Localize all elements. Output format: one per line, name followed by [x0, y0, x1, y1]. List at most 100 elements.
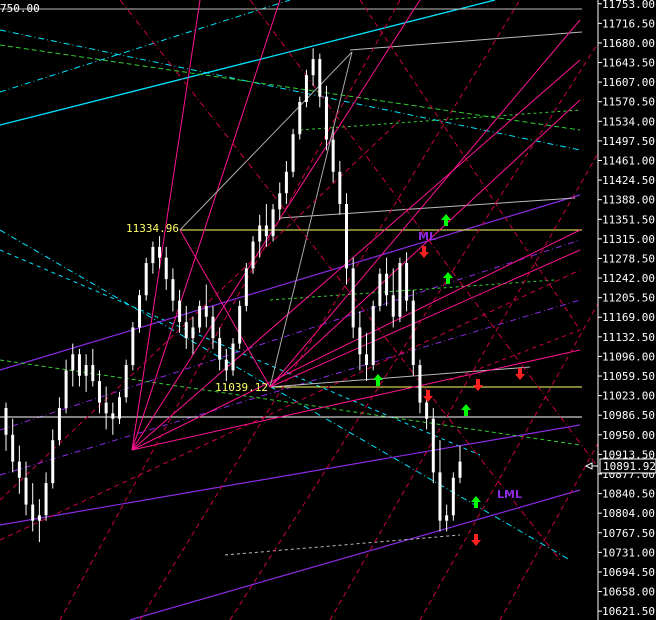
drawing-tools-layer	[0, 0, 601, 620]
candle-body	[11, 434, 15, 462]
candle-body	[138, 295, 142, 328]
candle-body	[418, 365, 422, 403]
trend-line	[0, 0, 291, 93]
candle-body	[97, 381, 101, 403]
candle-body	[104, 402, 108, 414]
current-price-pointer-icon	[584, 462, 593, 470]
price-tick-label: 10658.00	[602, 586, 655, 599]
candle-body	[411, 300, 415, 366]
trend-line	[59, 0, 401, 620]
candle-body	[438, 472, 442, 521]
price-tick-label: 11169.00	[602, 311, 655, 324]
candle-body	[238, 305, 242, 344]
candle-body	[111, 413, 115, 419]
candle-body	[451, 477, 455, 516]
trend-line	[269, 279, 556, 301]
candle-body	[318, 59, 322, 97]
candle-body	[324, 96, 328, 140]
trend-line	[0, 239, 581, 431]
trend-line	[449, 329, 581, 381]
sell-arrow-icon	[423, 390, 433, 402]
candle-body	[291, 134, 295, 172]
candle-body	[44, 483, 48, 516]
candle-body	[271, 209, 275, 237]
candle-body	[77, 354, 81, 376]
candle-body	[224, 359, 228, 371]
candle-body	[458, 461, 462, 478]
price-tick-label: 10731.00	[602, 546, 655, 559]
candle-body	[218, 338, 222, 360]
buy-arrow-icon	[443, 272, 453, 284]
median-line-label: ML	[418, 230, 436, 243]
current-price-label: 10891.92	[603, 460, 656, 473]
trend-line	[0, 29, 581, 151]
candle-body	[91, 365, 95, 382]
candle-body	[405, 263, 409, 301]
price-tick-label: 10694.50	[602, 566, 655, 579]
candle-body	[371, 305, 375, 366]
candle-body	[71, 354, 75, 371]
candle-body	[331, 139, 335, 172]
price-tick-label: 11716.50	[602, 17, 655, 30]
candle-body	[311, 59, 315, 76]
price-tick-label: 11096.00	[602, 350, 655, 363]
price-tick-label: 10986.50	[602, 409, 655, 422]
price-tick-label: 11023.00	[602, 390, 655, 403]
candle-body	[164, 257, 168, 280]
corner-price-label: 750.00	[0, 2, 40, 15]
candle-body	[244, 268, 248, 306]
candle-body	[37, 515, 41, 521]
price-tick-label: 10840.50	[602, 488, 655, 501]
trend-line	[0, 44, 581, 131]
candle-body	[84, 365, 88, 376]
candle-body	[124, 365, 128, 398]
sell-arrow-icon	[473, 379, 483, 391]
candle-body	[17, 461, 21, 478]
candle-body	[365, 354, 369, 366]
candle-body	[184, 322, 188, 339]
candle-body	[171, 279, 175, 301]
candle-body	[351, 268, 355, 328]
price-tick-label: 11643.50	[602, 57, 655, 70]
candle-body	[151, 246, 155, 264]
candle-body	[258, 225, 262, 242]
price-tick-label: 11278.50	[602, 252, 655, 265]
price-tick-label: 11680.00	[602, 37, 655, 50]
price-tick-label: 10767.50	[602, 527, 655, 540]
price-tick-label: 11205.50	[602, 292, 655, 305]
candle-body	[264, 225, 268, 237]
price-tick-label: 10804.00	[602, 507, 655, 520]
candle-body	[31, 504, 35, 521]
candle-body	[385, 273, 389, 296]
price-tick-label: 11534.00	[602, 115, 655, 128]
buy-arrow-icon	[461, 404, 471, 416]
candle-body	[51, 440, 55, 484]
trend-line	[269, 99, 581, 388]
price-chart[interactable]: 11334.96 11039.12 ML LML 750.00 11753.00…	[0, 0, 656, 620]
candle-body	[345, 203, 348, 269]
price-tick-label: 10621.50	[602, 605, 655, 618]
price-tick-label: 11388.00	[602, 194, 655, 207]
sell-arrow-icon	[471, 534, 481, 546]
price-tick-label: 11607.00	[602, 76, 655, 89]
price-axis: 11753.00 11716.50 11680.00 11643.50 11607.00…	[584, 0, 656, 620]
candle-body	[398, 263, 402, 317]
candle-body	[251, 241, 255, 269]
candle-body	[57, 407, 61, 441]
candle-body	[391, 295, 395, 317]
trend-line	[229, 39, 601, 620]
candle-body	[211, 316, 215, 339]
candle-body	[304, 75, 308, 102]
sell-arrow-icon	[515, 368, 525, 380]
candle-body	[358, 327, 362, 355]
candle-body	[231, 343, 235, 371]
candle-body	[278, 193, 282, 210]
candle-body	[178, 300, 182, 323]
trend-line	[499, 439, 601, 620]
candle-body	[298, 101, 302, 135]
price-tick-label: 11242.00	[602, 272, 655, 285]
buy-arrow-icon	[471, 496, 481, 508]
price-tick-label: 11351.50	[602, 213, 655, 226]
pivot-high-label: 11334.96	[126, 222, 179, 235]
trend-line	[131, 59, 581, 451]
